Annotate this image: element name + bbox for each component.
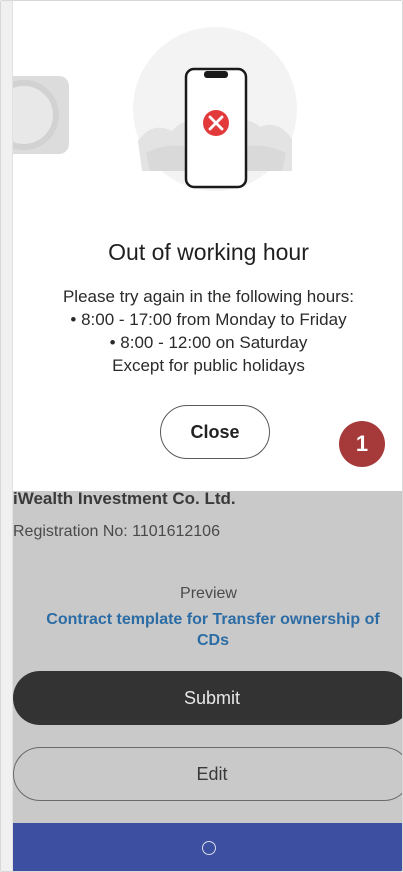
circle-icon <box>13 86 53 144</box>
background-screen: iWealth Investment Co. Ltd. Registration… <box>13 471 402 871</box>
message-line-weekday-hours: • 8:00 - 17:00 from Monday to Friday <box>70 310 347 329</box>
modal-title: Out of working hour <box>108 239 309 265</box>
out-of-hours-modal: Out of working hour Please try again in … <box>13 1 402 491</box>
close-button[interactable]: Close <box>160 405 270 459</box>
side-tab-handle <box>13 76 69 154</box>
background-screen-edge <box>1 1 13 871</box>
bottom-navigation-bar <box>13 823 402 871</box>
contract-template-link[interactable]: Contract template for Transfer ownership… <box>33 609 393 651</box>
edit-button[interactable]: Edit <box>13 747 402 801</box>
message-line-intro: Please try again in the following hours: <box>62 287 355 306</box>
submit-button[interactable]: Submit <box>13 671 402 725</box>
message-line-saturday-hours: • 8:00 - 12:00 on Saturday <box>109 333 308 352</box>
app-frame: iWealth Investment Co. Ltd. Registration… <box>0 0 403 872</box>
company-name: iWealth Investment Co. Ltd. <box>13 489 236 508</box>
message-line-holidays: Except for public holidays <box>112 356 305 375</box>
registration-number: Registration No: 1101612106 <box>13 523 220 540</box>
modal-message: Please try again in the following hours:… <box>13 285 402 377</box>
phone-error-illustration <box>133 27 297 191</box>
home-indicator-icon[interactable] <box>201 841 216 855</box>
preview-label: Preview <box>180 585 237 602</box>
x-circle-icon <box>203 110 229 136</box>
step-number-badge: 1 <box>339 421 385 467</box>
